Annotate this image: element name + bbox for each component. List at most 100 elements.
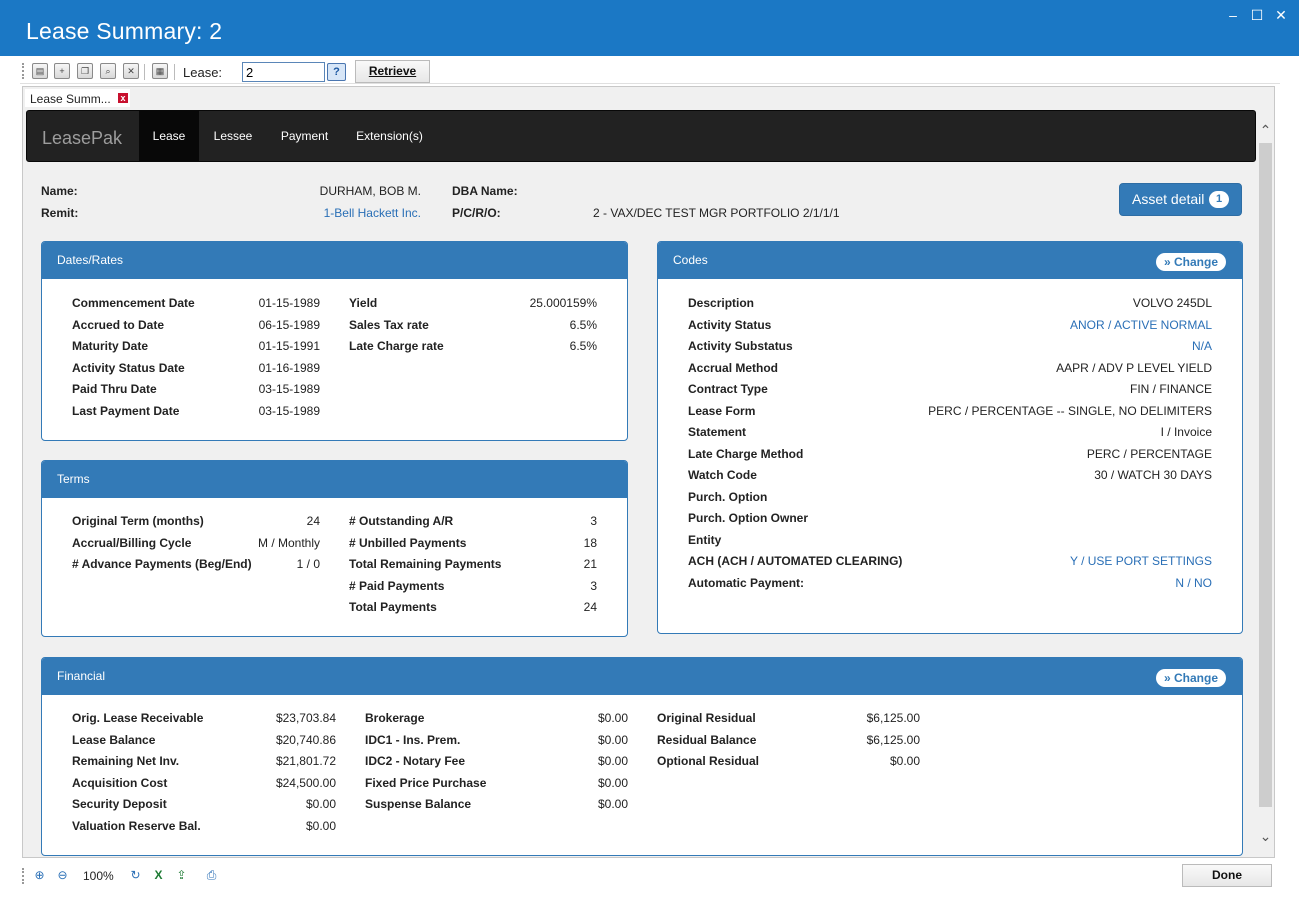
scroll-thumb[interactable] — [1259, 143, 1272, 807]
nav-payment[interactable]: Payment — [272, 111, 337, 161]
asset-count-badge: 1 — [1209, 191, 1229, 208]
field-value[interactable]: N/A — [1192, 339, 1212, 353]
asset-detail-button[interactable]: Asset detail 1 — [1119, 183, 1242, 216]
refresh-icon[interactable]: ↻ — [128, 868, 143, 883]
field-label: Contract Type — [688, 382, 768, 396]
toolbar-grip[interactable] — [22, 63, 25, 79]
minimize-button[interactable]: – — [1222, 6, 1244, 24]
field-row: Activity Status Date 01-16-1989 — [72, 361, 320, 377]
field-label: # Outstanding A/R — [349, 514, 454, 528]
excel-export-icon[interactable]: X — [151, 868, 166, 883]
field-row: Original Term (months) 24 — [72, 514, 320, 530]
field-row: Fixed Price Purchase $0.00 — [365, 776, 628, 792]
field-label: Optional Residual — [657, 754, 760, 768]
field-label: Last Payment Date — [72, 403, 180, 418]
status-bar: ⊕ ⊖ 100% ↻ X ⇪ ⎙ Done — [20, 862, 1280, 888]
dates-rates-panel: Dates/Rates Commencement Date 01-15-1989 A… — [41, 241, 628, 441]
add-record-icon[interactable]: + — [54, 63, 70, 79]
field-row: Late Charge Method PERC / PERCENTAGE — [688, 447, 1212, 463]
open-record-icon[interactable]: ▤ — [32, 63, 48, 79]
field-row: Commencement Date 01-15-1989 — [72, 296, 320, 312]
terms-title: Terms — [42, 461, 627, 498]
codes-change-label: Change — [1174, 255, 1219, 269]
lease-lookup-icon[interactable]: ? — [327, 63, 346, 81]
maximize-button[interactable]: ☐ — [1246, 6, 1268, 24]
field-value[interactable]: N / NO — [1175, 576, 1212, 590]
close-button[interactable]: ✕ — [1270, 6, 1292, 24]
field-row: Valuation Reserve Bal. $0.00 — [72, 819, 336, 835]
remit-link[interactable]: 1-Bell Hackett Inc. — [273, 206, 421, 220]
field-value: $6,125.00 — [866, 711, 920, 725]
field-label: Lease Form — [688, 403, 756, 418]
dates-rates-title: Dates/Rates — [42, 242, 627, 279]
field-row: ACH (ACH / AUTOMATED CLEARING) Y / USE PO… — [688, 554, 1212, 570]
field-value: $0.00 — [597, 732, 628, 747]
field-value[interactable]: ANOR / ACTIVE NORMAL — [1070, 318, 1212, 332]
field-value: 24 — [306, 514, 320, 528]
export-icon[interactable]: ⇪ — [174, 868, 189, 883]
field-label: Watch Code — [688, 468, 757, 482]
done-button[interactable]: Done — [1182, 864, 1272, 887]
field-value: 1 / 0 — [296, 557, 320, 571]
scroll-up-icon[interactable]: ⌃ — [1258, 123, 1273, 138]
field-row: Automatic Payment: N / NO — [688, 576, 1212, 592]
field-label: Purch. Option — [688, 489, 768, 504]
field-label: Original Residual — [657, 711, 756, 725]
toolbar-separator — [174, 64, 175, 80]
report-icon[interactable]: ▦ — [152, 63, 168, 79]
field-row: Residual Balance $6,125.00 — [657, 733, 920, 749]
field-row: Total Remaining Payments 21 — [349, 557, 597, 573]
field-value: $0.00 — [889, 754, 920, 768]
field-value: $0.00 — [597, 775, 628, 790]
financial-change-label: Change — [1174, 671, 1219, 685]
tab-close-icon[interactable]: x — [118, 93, 128, 103]
field-value[interactable]: Y / USE PORT SETTINGS — [1070, 554, 1212, 568]
statusbar-grip[interactable] — [22, 868, 25, 884]
document-frame: Lease Summ... x ⌃ ⌄ LeasePak Lease Lesse… — [22, 86, 1275, 858]
field-label: Valuation Reserve Bal. — [72, 818, 201, 833]
retrieve-button[interactable]: Retrieve — [355, 60, 430, 83]
copy-record-icon[interactable]: ❐ — [77, 63, 93, 79]
zoom-in-icon[interactable]: ⊕ — [32, 868, 47, 883]
field-value: M / Monthly — [257, 535, 320, 550]
field-label: Acquisition Cost — [72, 775, 168, 790]
field-value: I / Invoice — [1160, 425, 1212, 439]
field-label: ACH (ACH / AUTOMATED CLEARING) — [688, 554, 903, 568]
field-row: Lease Balance $20,740.86 — [72, 733, 336, 749]
pcro-value: 2 - VAX/DEC TEST MGR PORTFOLIO 2/1/1/1 — [593, 206, 840, 220]
zoom-out-icon[interactable]: ⊖ — [55, 868, 70, 883]
field-label: Activity Substatus — [688, 339, 793, 353]
field-value: 25.000159% — [529, 296, 597, 310]
lease-input[interactable] — [242, 62, 325, 82]
field-label: IDC1 - Ins. Prem. — [365, 732, 461, 747]
field-label: IDC2 - Notary Fee — [365, 754, 466, 768]
title-bar: Lease Summary: 2 – ☐ ✕ — [0, 0, 1299, 56]
search-record-icon[interactable]: ⌕ — [100, 63, 116, 79]
print-icon[interactable]: ⎙ — [204, 868, 219, 883]
vertical-scrollbar[interactable]: ⌃ ⌄ — [1257, 117, 1274, 857]
field-row: Paid Thru Date 03-15-1989 — [72, 382, 320, 398]
scroll-down-icon[interactable]: ⌄ — [1258, 829, 1273, 844]
brand-logo[interactable]: LeasePak — [42, 128, 122, 149]
field-value: 01-16-1989 — [258, 360, 320, 375]
tab-lease-summary[interactable]: Lease Summ... x — [25, 89, 130, 107]
nav-lessee[interactable]: Lessee — [205, 111, 261, 161]
field-row: Accrual Method AAPR / ADV P LEVEL YIELD — [688, 361, 1212, 377]
field-label: Orig. Lease Receivable — [72, 711, 204, 725]
field-row: Entity — [688, 533, 1212, 549]
field-value: 03-15-1989 — [258, 403, 320, 418]
field-value: $0.00 — [305, 797, 336, 811]
codes-change-button[interactable]: » Change — [1156, 253, 1226, 271]
nav-lease[interactable]: Lease — [139, 111, 199, 161]
window-title: Lease Summary: 2 — [26, 18, 223, 44]
financial-change-button[interactable]: » Change — [1156, 669, 1226, 687]
field-row: Last Payment Date 03-15-1989 — [72, 404, 320, 420]
name-value: DURHAM, BOB M. — [319, 184, 421, 198]
field-label: Purch. Option Owner — [688, 511, 809, 525]
field-row: # Unbilled Payments 18 — [349, 536, 597, 552]
codes-title: Codes — [658, 242, 1242, 279]
delete-record-icon[interactable]: ✕ — [123, 63, 139, 79]
nav-extensions[interactable]: Extension(s) — [347, 111, 432, 161]
field-row: IDC2 - Notary Fee $0.00 — [365, 754, 628, 770]
field-row: Orig. Lease Receivable $23,703.84 — [72, 711, 336, 727]
